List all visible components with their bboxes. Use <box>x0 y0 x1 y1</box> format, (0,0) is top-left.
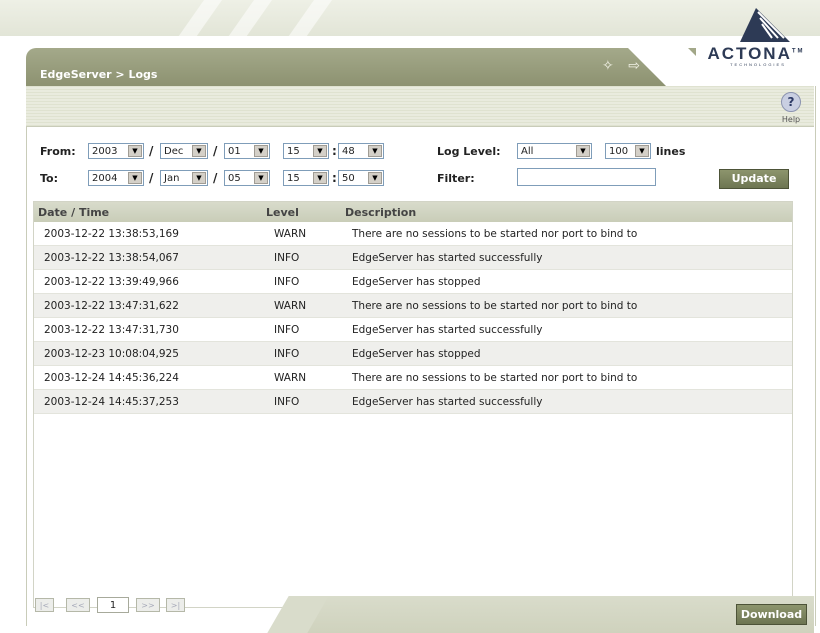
cell-datetime: 2003-12-22 13:47:31,730 <box>44 324 179 336</box>
cell-datetime: 2003-12-22 13:47:31,622 <box>44 300 179 312</box>
cell-level: INFO <box>274 348 300 360</box>
filter-label: Filter: <box>437 172 475 185</box>
column-header-datetime[interactable]: Date / Time <box>38 206 109 219</box>
cell-level: INFO <box>274 396 300 408</box>
help-icon: ? <box>781 92 801 112</box>
chevron-down-icon: ▼ <box>368 145 382 157</box>
from-day-select[interactable]: 01 ▼ <box>224 143 270 159</box>
chevron-down-icon: ▼ <box>576 145 590 157</box>
cell-level: WARN <box>274 228 307 240</box>
table-row[interactable]: 2003-12-22 13:38:53,169 WARN There are n… <box>34 222 792 246</box>
table-row[interactable]: 2003-12-22 13:47:31,622 WARN There are n… <box>34 294 792 318</box>
to-minute-select[interactable]: 50 ▼ <box>338 170 384 186</box>
prev-page-button[interactable]: << <box>66 598 90 612</box>
cell-datetime: 2003-12-24 14:45:37,253 <box>44 396 179 408</box>
cell-description: EdgeServer has stopped <box>352 276 481 288</box>
log-level-select[interactable]: All ▼ <box>517 143 592 159</box>
to-day-select[interactable]: 05 ▼ <box>224 170 270 186</box>
chevron-down-icon: ▼ <box>313 172 327 184</box>
table-row[interactable]: 2003-12-24 14:45:37,253 INFO EdgeServer … <box>34 390 792 414</box>
cell-level: INFO <box>274 324 300 336</box>
chevron-down-icon: ▼ <box>254 145 268 157</box>
table-row[interactable]: 2003-12-24 14:45:36,224 WARN There are n… <box>34 366 792 390</box>
from-month-select[interactable]: Dec ▼ <box>160 143 208 159</box>
from-year-select[interactable]: 2003 ▼ <box>88 143 144 159</box>
first-page-button[interactable]: |< <box>35 598 54 612</box>
cell-datetime: 2003-12-22 13:38:53,169 <box>44 228 179 240</box>
to-month-select[interactable]: Jan ▼ <box>160 170 208 186</box>
chevron-down-icon: ▼ <box>635 145 649 157</box>
date-separator: / <box>149 144 154 158</box>
table-row[interactable]: 2003-12-23 10:08:04,925 INFO EdgeServer … <box>34 342 792 366</box>
logo-triangle-icon <box>740 8 790 42</box>
breadcrumb[interactable]: EdgeServer > Logs <box>40 68 157 81</box>
actona-logo: ACTONATM TECHNOLOGIES <box>700 4 812 67</box>
chevron-down-icon: ▼ <box>128 172 142 184</box>
logo-subtitle: TECHNOLOGIES <box>730 62 786 67</box>
wand-icon[interactable]: ✧ <box>602 58 614 74</box>
date-separator: / <box>149 171 154 185</box>
page-number-input[interactable]: 1 <box>97 597 129 613</box>
table-row[interactable]: 2003-12-22 13:38:54,067 INFO EdgeServer … <box>34 246 792 270</box>
column-header-level[interactable]: Level <box>266 206 299 219</box>
chevron-down-icon: ▼ <box>368 172 382 184</box>
cell-level: WARN <box>274 300 307 312</box>
help-button[interactable]: ? Help <box>776 92 806 125</box>
to-label: To: <box>40 172 58 185</box>
to-hour-select[interactable]: 15 ▼ <box>283 170 329 186</box>
logo-text: ACTONATM <box>707 44 805 63</box>
cell-level: INFO <box>274 252 300 264</box>
chevron-down-icon: ▼ <box>192 145 206 157</box>
from-label: From: <box>40 145 76 158</box>
cell-datetime: 2003-12-22 13:39:49,966 <box>44 276 179 288</box>
cell-description: There are no sessions to be started nor … <box>352 372 638 384</box>
top-banner <box>0 0 820 50</box>
from-hour-select[interactable]: 15 ▼ <box>283 143 329 159</box>
cell-level: WARN <box>274 372 307 384</box>
cell-datetime: 2003-12-24 14:45:36,224 <box>44 372 179 384</box>
cell-datetime: 2003-12-22 13:38:54,067 <box>44 252 179 264</box>
toolbar-band <box>26 86 814 127</box>
cell-level: INFO <box>274 276 300 288</box>
title-tab: EdgeServer > Logs ✧ ⇨ <box>26 48 696 86</box>
chevron-down-icon: ▼ <box>192 172 206 184</box>
cell-description: There are no sessions to be started nor … <box>352 228 638 240</box>
lines-select[interactable]: 100 ▼ <box>605 143 651 159</box>
logout-icon[interactable]: ⇨ <box>628 58 640 74</box>
chevron-down-icon: ▼ <box>313 145 327 157</box>
cell-description: EdgeServer has stopped <box>352 348 481 360</box>
time-separator: : <box>332 171 337 185</box>
date-separator: / <box>213 144 218 158</box>
cell-description: EdgeServer has started successfully <box>352 252 543 264</box>
log-table: Date / Time Level Description 2003-12-22… <box>33 201 793 608</box>
column-header-description[interactable]: Description <box>345 206 416 219</box>
date-separator: / <box>213 171 218 185</box>
time-separator: : <box>332 144 337 158</box>
from-minute-select[interactable]: 48 ▼ <box>338 143 384 159</box>
to-year-select[interactable]: 2004 ▼ <box>88 170 144 186</box>
update-button[interactable]: Update <box>719 169 789 189</box>
table-header: Date / Time Level Description <box>34 202 792 222</box>
chevron-down-icon: ▼ <box>128 145 142 157</box>
lines-label: lines <box>656 145 686 158</box>
cell-description: EdgeServer has started successfully <box>352 324 543 336</box>
cell-description: There are no sessions to be started nor … <box>352 300 638 312</box>
table-row[interactable]: 2003-12-22 13:39:49,966 INFO EdgeServer … <box>34 270 792 294</box>
download-button[interactable]: Download <box>736 604 807 625</box>
next-page-button[interactable]: >> <box>136 598 160 612</box>
cell-description: EdgeServer has started successfully <box>352 396 543 408</box>
last-page-button[interactable]: >| <box>166 598 185 612</box>
help-label: Help <box>781 115 801 124</box>
filter-input[interactable] <box>517 168 656 186</box>
cell-datetime: 2003-12-23 10:08:04,925 <box>44 348 179 360</box>
chevron-down-icon: ▼ <box>254 172 268 184</box>
log-level-label: Log Level: <box>437 145 501 158</box>
table-row[interactable]: 2003-12-22 13:47:31,730 INFO EdgeServer … <box>34 318 792 342</box>
